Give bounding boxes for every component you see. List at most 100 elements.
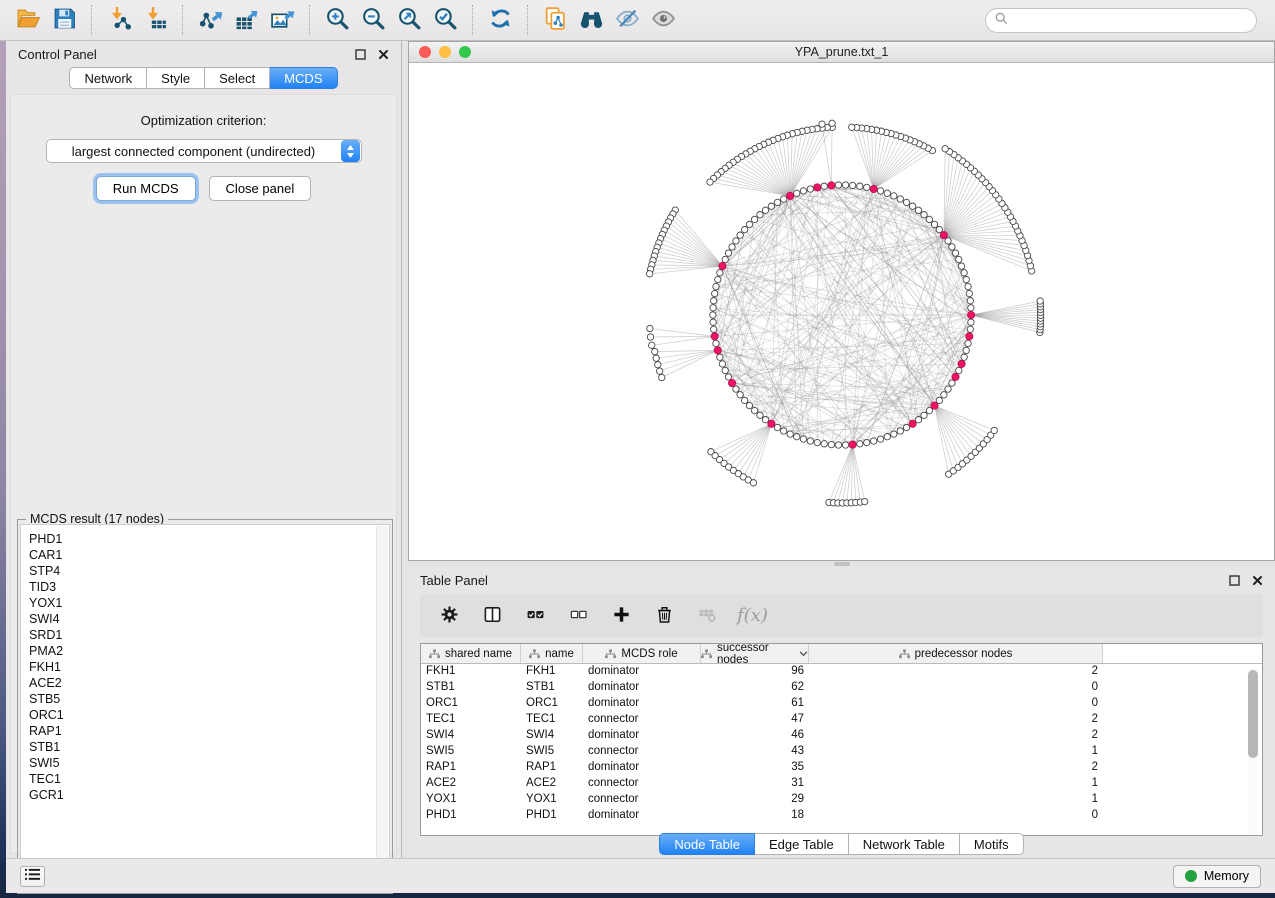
- column-header-MCDS-role[interactable]: MCDS role: [583, 644, 701, 663]
- export-table-button[interactable]: [228, 3, 264, 37]
- export-image-button[interactable]: [264, 3, 300, 37]
- mcds-result-item[interactable]: YOX1: [29, 595, 389, 611]
- cell[interactable]: SWI5: [521, 744, 583, 760]
- memory-button[interactable]: Memory: [1173, 865, 1261, 888]
- tab-edge-table[interactable]: Edge Table: [755, 833, 849, 855]
- float-panel-icon[interactable]: [355, 49, 366, 60]
- cell[interactable]: 35: [701, 760, 809, 776]
- tab-select[interactable]: Select: [205, 67, 270, 89]
- cell[interactable]: 62: [701, 680, 809, 696]
- tab-node-table[interactable]: Node Table: [659, 833, 755, 855]
- add-row-button[interactable]: [608, 603, 634, 629]
- column-header-name[interactable]: name: [521, 644, 583, 663]
- cell[interactable]: FKH1: [521, 664, 583, 680]
- maximize-window-icon[interactable]: [459, 46, 471, 58]
- function-builder-button[interactable]: f(x): [737, 605, 768, 626]
- cell[interactable]: connector: [583, 712, 701, 728]
- close-panel-icon[interactable]: [1252, 575, 1263, 586]
- scrollbar-thumb[interactable]: [1248, 670, 1258, 758]
- cell[interactable]: 96: [701, 664, 809, 680]
- table-row[interactable]: STB1STB1dominator620: [421, 680, 1262, 696]
- close-window-icon[interactable]: [419, 46, 431, 58]
- mcds-result-item[interactable]: ORC1: [29, 707, 389, 723]
- mcds-result-item[interactable]: STP4: [29, 563, 389, 579]
- close-panel-button[interactable]: Close panel: [209, 176, 312, 201]
- hide-selected-button[interactable]: [609, 3, 645, 37]
- cell[interactable]: STB1: [421, 680, 521, 696]
- table-scrollbar[interactable]: [1248, 668, 1258, 836]
- cell[interactable]: dominator: [583, 696, 701, 712]
- mcds-result-item[interactable]: STB1: [29, 739, 389, 755]
- cell[interactable]: SWI4: [421, 728, 521, 744]
- cell[interactable]: 29: [701, 792, 809, 808]
- network-canvas[interactable]: [409, 63, 1274, 560]
- cell[interactable]: connector: [583, 792, 701, 808]
- cell[interactable]: 1: [809, 776, 1103, 792]
- table-row[interactable]: YOX1YOX1connector291: [421, 792, 1262, 808]
- cell[interactable]: 2: [809, 728, 1103, 744]
- cell[interactable]: 31: [701, 776, 809, 792]
- show-all-button[interactable]: [645, 3, 681, 37]
- cell[interactable]: PHD1: [521, 808, 583, 824]
- cell[interactable]: 47: [701, 712, 809, 728]
- cell[interactable]: SWI5: [421, 744, 521, 760]
- cell[interactable]: 0: [809, 696, 1103, 712]
- cell[interactable]: connector: [583, 776, 701, 792]
- open-file-button[interactable]: [10, 3, 46, 37]
- run-mcds-button[interactable]: Run MCDS: [96, 176, 196, 201]
- mcds-result-list[interactable]: PHD1CAR1STP4TID3YOX1SWI4SRD1PMA2FKH1ACE2…: [20, 524, 390, 891]
- table-options-button[interactable]: [436, 603, 462, 629]
- table-row[interactable]: ORC1ORC1dominator610: [421, 696, 1262, 712]
- mcds-result-item[interactable]: SRD1: [29, 627, 389, 643]
- table-row[interactable]: FKH1FKH1dominator962: [421, 664, 1262, 680]
- cell[interactable]: RAP1: [521, 760, 583, 776]
- search-input[interactable]: [1014, 13, 1247, 28]
- export-network-button[interactable]: [192, 3, 228, 37]
- column-header-predecessor-nodes[interactable]: predecessor nodes: [809, 644, 1103, 663]
- clone-network-button[interactable]: [537, 3, 573, 37]
- tab-motifs[interactable]: Motifs: [960, 833, 1024, 855]
- close-panel-icon[interactable]: [378, 49, 389, 60]
- zoom-fit-button[interactable]: [391, 3, 427, 37]
- mcds-result-item[interactable]: RAP1: [29, 723, 389, 739]
- delete-rows-button[interactable]: [651, 603, 677, 629]
- task-history-button[interactable]: [20, 866, 45, 887]
- mcds-result-item[interactable]: STB5: [29, 691, 389, 707]
- cell[interactable]: 1: [809, 744, 1103, 760]
- table-row[interactable]: PHD1PHD1dominator180: [421, 808, 1262, 824]
- cell[interactable]: 18: [701, 808, 809, 824]
- delete-table-button[interactable]: [694, 603, 720, 629]
- cell[interactable]: TEC1: [421, 712, 521, 728]
- tab-network[interactable]: Network: [69, 67, 147, 89]
- mcds-result-item[interactable]: SWI5: [29, 755, 389, 771]
- show-columns-button[interactable]: [479, 603, 505, 629]
- deselect-all-rows-button[interactable]: [565, 603, 591, 629]
- cell[interactable]: 2: [809, 760, 1103, 776]
- cell[interactable]: RAP1: [421, 760, 521, 776]
- mcds-result-item[interactable]: TID3: [29, 579, 389, 595]
- cell[interactable]: dominator: [583, 680, 701, 696]
- cell[interactable]: dominator: [583, 760, 701, 776]
- mcds-result-item[interactable]: GCR1: [29, 787, 389, 803]
- table-row[interactable]: SWI4SWI4dominator462: [421, 728, 1262, 744]
- table-row[interactable]: SWI5SWI5connector431: [421, 744, 1262, 760]
- cell[interactable]: ACE2: [521, 776, 583, 792]
- cell[interactable]: YOX1: [421, 792, 521, 808]
- cell[interactable]: FKH1: [421, 664, 521, 680]
- mcds-result-item[interactable]: ACE2: [29, 675, 389, 691]
- save-session-button[interactable]: [46, 3, 82, 37]
- cell[interactable]: dominator: [583, 808, 701, 824]
- minimize-window-icon[interactable]: [439, 46, 451, 58]
- cell[interactable]: 61: [701, 696, 809, 712]
- cell[interactable]: 43: [701, 744, 809, 760]
- apply-layout-button[interactable]: [482, 3, 518, 37]
- tab-network-table[interactable]: Network Table: [849, 833, 960, 855]
- mcds-result-item[interactable]: CAR1: [29, 547, 389, 563]
- cell[interactable]: 2: [809, 664, 1103, 680]
- network-window-titlebar[interactable]: YPA_prune.txt_1: [409, 42, 1274, 63]
- criterion-dropdown[interactable]: largest connected component (undirected): [46, 139, 362, 163]
- column-header-successor-nodes[interactable]: successor nodes: [701, 644, 809, 663]
- cell[interactable]: PHD1: [421, 808, 521, 824]
- table-row[interactable]: RAP1RAP1dominator352: [421, 760, 1262, 776]
- zoom-in-button[interactable]: [319, 3, 355, 37]
